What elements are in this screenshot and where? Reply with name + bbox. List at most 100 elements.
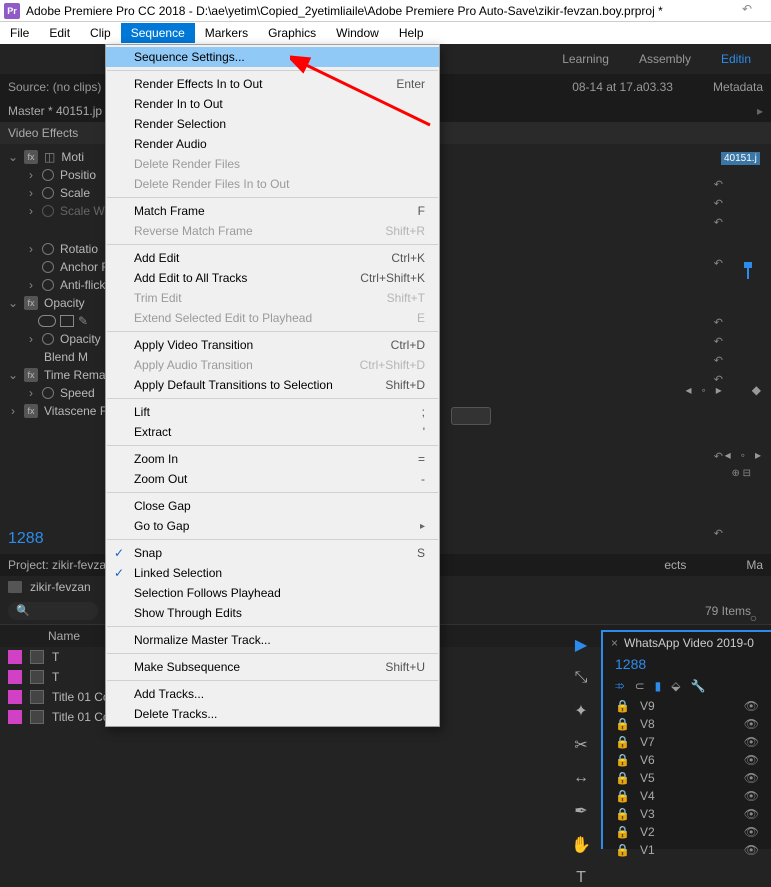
menu-item-make-subsequence[interactable]: Make SubsequenceShift+U [106,657,439,677]
reset-icon[interactable]: ↶ [714,197,723,210]
sequence-tab[interactable]: WhatsApp Video 2019-0 [624,636,754,650]
crop-icon[interactable]: ◫ [44,150,55,164]
menu-item-linked-selection[interactable]: ✓Linked Selection [106,563,439,583]
track-header[interactable]: 🔒V6👁 [603,751,771,769]
menu-item-render-effects-in-to-out[interactable]: Render Effects In to OutEnter [106,74,439,94]
stopwatch-icon[interactable] [42,279,54,291]
razor-tool-icon[interactable]: ✂ [574,735,587,755]
param-position[interactable]: Positio [60,168,96,182]
menu-item-add-tracks[interactable]: Add Tracks... [106,684,439,704]
eye-icon[interactable]: 👁 [744,843,759,857]
mask-rect-icon[interactable] [60,315,74,327]
search-input[interactable] [8,602,98,620]
effect-opacity[interactable]: Opacity [44,296,85,310]
timeline-timecode[interactable]: 1288 [603,654,771,674]
track-header[interactable]: 🔒V7👁 [603,733,771,751]
menu-markers[interactable]: Markers [195,23,258,43]
workspace-assembly[interactable]: Assembly [639,52,691,66]
stopwatch-icon[interactable] [42,333,54,345]
menu-item-extract[interactable]: Extract' [106,422,439,442]
pen-tool-icon[interactable]: ✒ [574,801,587,821]
keyframe-diamond-icon[interactable]: ◆ [752,383,761,397]
add-remove-keyframe-icon[interactable]: ⊕ ⊟ [731,468,751,479]
menu-edit[interactable]: Edit [39,23,80,43]
track-header[interactable]: 🔒V9👁 [603,697,771,715]
reset-icon[interactable]: ↶ [738,2,756,16]
effect-time-remap[interactable]: Time Rema [44,368,106,382]
reset-icon[interactable]: ↶ [714,178,723,191]
reset-icon[interactable]: ↶ [714,527,723,540]
project-tab[interactable]: Project: zikir-fevza [8,558,106,572]
menu-item-lift[interactable]: Lift; [106,402,439,422]
menu-window[interactable]: Window [326,23,389,43]
fx-badge[interactable]: fx [24,368,38,382]
wrench-icon[interactable]: 🔧 [691,679,706,693]
twirl-icon[interactable]: › [26,168,36,182]
add-keyframe-icon[interactable]: ◦ [701,383,705,397]
prev-keyframe-icon[interactable]: ◂ [685,383,691,397]
menu-help[interactable]: Help [389,23,434,43]
menu-item-delete-tracks[interactable]: Delete Tracks... [106,704,439,724]
twirl-icon[interactable]: ⌄ [8,150,18,164]
lock-icon[interactable]: 🔒 [615,843,630,857]
fx-badge[interactable]: fx [24,404,38,418]
stopwatch-icon[interactable] [42,387,54,399]
slip-tool-icon[interactable]: ↔ [573,769,589,787]
eye-icon[interactable]: 👁 [744,735,759,749]
menu-item-apply-default-transitions-to-selection[interactable]: Apply Default Transitions to SelectionSh… [106,375,439,395]
menu-item-match-frame[interactable]: Match FrameF [106,201,439,221]
source-label[interactable]: Source: (no clips) [8,80,101,94]
eye-icon[interactable]: 👁 [744,807,759,821]
menu-item-render-selection[interactable]: Render Selection [106,114,439,134]
col-name[interactable]: Name [48,629,80,643]
track-select-tool-icon[interactable]: ⤡ [575,669,588,687]
eye-icon[interactable]: 👁 [744,789,759,803]
close-icon[interactable]: × [611,636,618,650]
stopwatch-icon[interactable] [42,187,54,199]
blend-mode-dropdown[interactable] [451,407,491,425]
param-blend-mode[interactable]: Blend M [44,350,88,364]
label-color-chip[interactable] [8,710,22,724]
menu-item-close-gap[interactable]: Close Gap [106,496,439,516]
eye-icon[interactable]: 👁 [744,717,759,731]
linked-selection-icon[interactable]: ⊂ [635,679,645,693]
menu-item-render-in-to-out[interactable]: Render In to Out [106,94,439,114]
twirl-icon[interactable]: › [26,278,36,292]
menu-clip[interactable]: Clip [80,23,121,43]
label-color-chip[interactable] [8,690,22,704]
track-header[interactable]: 🔒V8👁 [603,715,771,733]
mask-pen-icon[interactable]: ✎ [78,314,88,328]
menu-item-selection-follows-playhead[interactable]: Selection Follows Playhead [106,583,439,603]
menu-item-zoom-out[interactable]: Zoom Out- [106,469,439,489]
track-header[interactable]: 🔒V5👁 [603,769,771,787]
reset-icon[interactable]: ↶ [714,354,723,367]
effect-vitascene[interactable]: Vitascene F [44,404,107,418]
label-color-chip[interactable] [8,670,22,684]
lock-icon[interactable]: 🔒 [615,789,630,803]
stopwatch-icon[interactable] [42,205,54,217]
reset-icon[interactable]: ↶ [714,450,723,463]
twirl-icon[interactable]: › [26,186,36,200]
menu-item-add-edit-to-all-tracks[interactable]: Add Edit to All TracksCtrl+Shift+K [106,268,439,288]
next-keyframe-icon[interactable]: ▸ [716,383,722,397]
lock-icon[interactable]: 🔒 [615,699,630,713]
fx-badge[interactable]: fx [24,296,38,310]
menu-sequence[interactable]: Sequence [121,23,195,43]
eye-icon[interactable]: 👁 [744,825,759,839]
param-speed[interactable]: Speed [60,386,95,400]
menu-item-sequence-settings[interactable]: Sequence Settings... [106,47,439,67]
twirl-icon[interactable]: ⌄ [8,296,18,310]
twirl-icon[interactable]: › [8,404,18,418]
twirl-icon[interactable]: › [26,204,36,218]
twirl-icon[interactable]: ⌄ [8,368,18,382]
selection-tool-icon[interactable]: ▶ [575,635,587,655]
menu-item-show-through-edits[interactable]: Show Through Edits [106,603,439,623]
stopwatch-icon[interactable] [42,261,54,273]
lock-icon[interactable]: 🔒 [615,807,630,821]
lock-icon[interactable]: 🔒 [615,753,630,767]
menu-item-add-edit[interactable]: Add EditCtrl+K [106,248,439,268]
menu-file[interactable]: File [0,23,39,43]
marker-icon[interactable]: ▮ [655,679,662,693]
panel-label[interactable]: ects [664,558,686,572]
track-header[interactable]: 🔒V2👁 [603,823,771,841]
